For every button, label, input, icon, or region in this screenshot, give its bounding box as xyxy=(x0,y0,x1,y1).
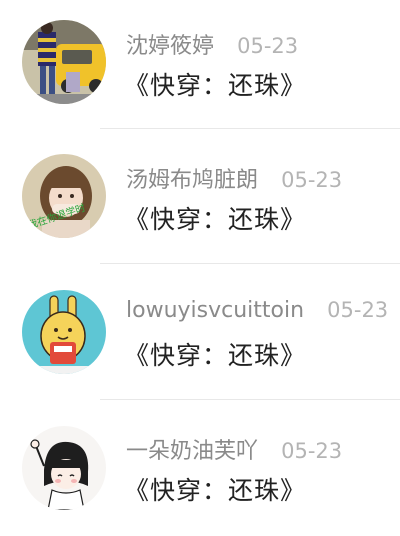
avatar-sketch-girl-icon[interactable] xyxy=(22,426,106,510)
divider xyxy=(100,263,400,264)
book-title[interactable]: 《快穿：还珠》 xyxy=(124,66,306,102)
post-date: 05-23 xyxy=(237,34,299,58)
divider xyxy=(100,128,400,129)
list-item[interactable]: lowuyisvcuittoin 05-23 《快穿：还珠》 xyxy=(0,266,400,400)
list-item[interactable]: 沈婷筱婷 05-23 《快穿：还珠》 xyxy=(0,0,400,133)
avatar-cartoon-rabbit-icon[interactable] xyxy=(22,290,106,374)
username[interactable]: 一朵奶油芙吖 xyxy=(126,439,258,464)
avatar-photo-yellow-car-icon[interactable] xyxy=(22,20,106,104)
list-item[interactable]: 我在你退学时 汤姆布鸠脏朗 05-23 《快穿：还珠》 xyxy=(0,133,400,266)
avatar-photo-girl-icon[interactable]: 我在你退学时 xyxy=(22,154,106,238)
book-title[interactable]: 《快穿：还珠》 xyxy=(124,471,306,507)
username[interactable]: lowuyisvcuittoin xyxy=(126,298,304,323)
post-date: 05-23 xyxy=(327,298,389,322)
item-meta: lowuyisvcuittoin 05-23 xyxy=(126,298,388,323)
list-item[interactable]: 一朵奶油芙吖 05-23 《快穿：还珠》 xyxy=(0,400,400,533)
comment-feed: 沈婷筱婷 05-23 《快穿：还珠》 我在你退学时 汤姆布鸠脏朗 05-23 《 xyxy=(0,0,400,536)
book-title[interactable]: 《快穿：还珠》 xyxy=(124,200,306,236)
item-meta: 沈婷筱婷 05-23 xyxy=(126,28,298,60)
username[interactable]: 沈婷筱婷 xyxy=(126,34,214,59)
username[interactable]: 汤姆布鸠脏朗 xyxy=(126,168,258,193)
post-date: 05-23 xyxy=(281,439,343,463)
book-title[interactable]: 《快穿：还珠》 xyxy=(124,336,306,372)
item-meta: 一朵奶油芙吖 05-23 xyxy=(126,433,342,465)
item-meta: 汤姆布鸠脏朗 05-23 xyxy=(126,162,342,194)
post-date: 05-23 xyxy=(281,168,343,192)
